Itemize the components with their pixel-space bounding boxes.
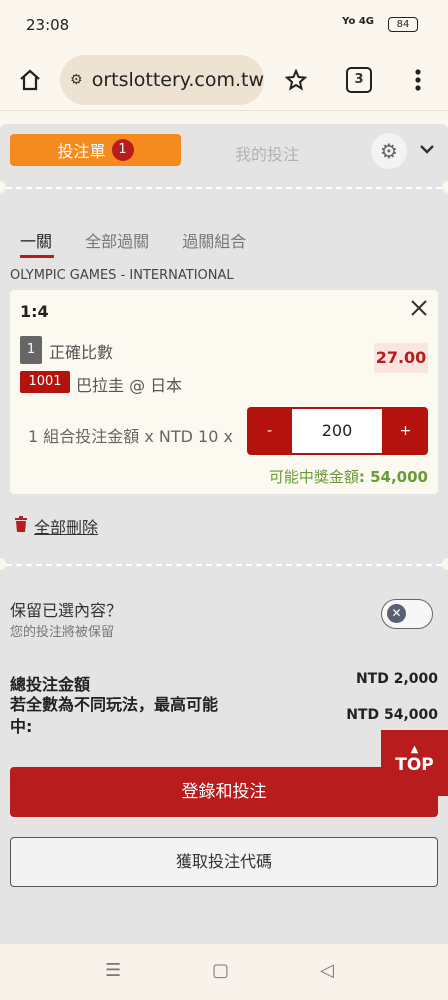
tab-betslip-label: 投注單 — [57, 142, 106, 161]
keep-selections-toggle[interactable]: ✕ — [381, 599, 433, 629]
site-settings-icon[interactable]: ⚙ — [70, 72, 88, 88]
bet-type-tabs: 一關 全部過關 過關組合 — [20, 228, 274, 252]
stake-input[interactable]: 200 — [292, 409, 382, 453]
url-bar[interactable]: ⚙ ortslottery.com.tw — [60, 55, 264, 105]
increase-stake-button[interactable]: + — [383, 407, 428, 455]
bookmark-star-icon[interactable] — [276, 60, 316, 100]
signal-icon: Yo 4G — [342, 16, 374, 27]
betslip-count-badge: 1 — [111, 139, 134, 161]
keep-selections-subtitle: 您的投注將被保留 — [10, 625, 115, 640]
top-label: TOP — [395, 755, 434, 775]
close-icon[interactable] — [410, 298, 428, 323]
status-time: 23:08 — [26, 16, 70, 34]
tab-all-parlay[interactable]: 全部過關 — [85, 232, 149, 251]
max-win-label: 若全數為不同玩法，最高可能中: — [10, 695, 219, 736]
divider — [6, 564, 442, 566]
tab-betslip[interactable]: 投注單 1 — [10, 134, 181, 166]
stake-label: 1 組合投注金額 x NTD 10 x — [28, 427, 233, 446]
divider-notch — [0, 181, 6, 193]
system-nav-bar: ☰ ▢ ◁ — [0, 944, 448, 1000]
market-name: 正確比數 — [49, 343, 114, 362]
gear-icon[interactable]: ⚙ — [371, 133, 407, 169]
toggle-off-icon: ✕ — [387, 604, 406, 623]
total-stake-label: 總投注金額 — [10, 675, 91, 694]
match-name: 巴拉圭 @ 日本 — [76, 376, 183, 395]
tab-parlay-combo[interactable]: 過關組合 — [182, 232, 246, 251]
total-stake-value: NTD 2,000 — [355, 671, 438, 687]
bet-card: 1:4 1 正確比數 27.00 1001 巴拉圭 @ 日本 1 組合投注金額 … — [10, 290, 438, 494]
login-and-bet-button[interactable]: 登錄和投注 — [10, 767, 438, 817]
tab-my-bets[interactable]: 我的投注 — [235, 141, 299, 165]
divider-notch — [442, 558, 448, 570]
more-menu-icon[interactable] — [398, 60, 438, 100]
tab-single[interactable]: 一關 — [20, 232, 52, 251]
league-name: OLYMPIC GAMES - INTERNATIONAL — [10, 268, 234, 283]
stake-stepper: - 200 + — [247, 407, 428, 455]
potential-payout: 可能中獎金額: 54,000 — [269, 466, 428, 487]
back-to-top-button[interactable]: ▲ TOP — [381, 730, 448, 796]
payout-value: : 54,000 — [358, 468, 428, 486]
chevron-down-icon[interactable] — [419, 139, 435, 160]
selection-score: 1:4 — [20, 302, 49, 321]
keep-selections-title: 保留已選內容？ — [10, 601, 123, 620]
tab-switcher-button[interactable]: 3 — [346, 67, 372, 93]
url-text: ortslottery.com.tw — [91, 69, 264, 91]
back-nav-icon[interactable]: ◁ — [320, 960, 334, 981]
recent-apps-icon[interactable]: ☰ — [105, 960, 121, 981]
browser-toolbar: ⚙ ortslottery.com.tw 3 — [0, 50, 448, 111]
delete-all-button[interactable]: 全部刪除 — [14, 514, 98, 538]
get-bet-code-button[interactable]: 獲取投注代碼 — [10, 837, 438, 887]
decrease-stake-button[interactable]: - — [247, 407, 292, 455]
max-win-value: NTD 54,000 — [346, 707, 438, 723]
caret-up-icon: ▲ — [410, 744, 419, 755]
home-icon[interactable] — [10, 60, 50, 100]
divider-notch — [442, 181, 448, 193]
payout-label: 可能中獎金額 — [268, 468, 359, 486]
odds-value: 27.00 — [374, 343, 428, 373]
active-tab-indicator — [20, 255, 54, 258]
selection-number: 1 — [20, 336, 42, 364]
betslip-panel: 投注單 1 我的投注 ⚙ 一關 全部過關 過關組合 OLYMPIC GAMES … — [0, 124, 448, 944]
divider — [6, 187, 442, 189]
home-nav-icon[interactable]: ▢ — [212, 960, 229, 981]
delete-all-label: 全部刪除 — [34, 518, 99, 537]
divider-notch — [0, 558, 6, 570]
match-id-badge: 1001 — [20, 371, 70, 393]
battery-icon: 84 — [388, 17, 418, 32]
status-bar: 23:08 Yo 4G 84 — [0, 0, 448, 50]
trash-icon — [14, 516, 28, 536]
